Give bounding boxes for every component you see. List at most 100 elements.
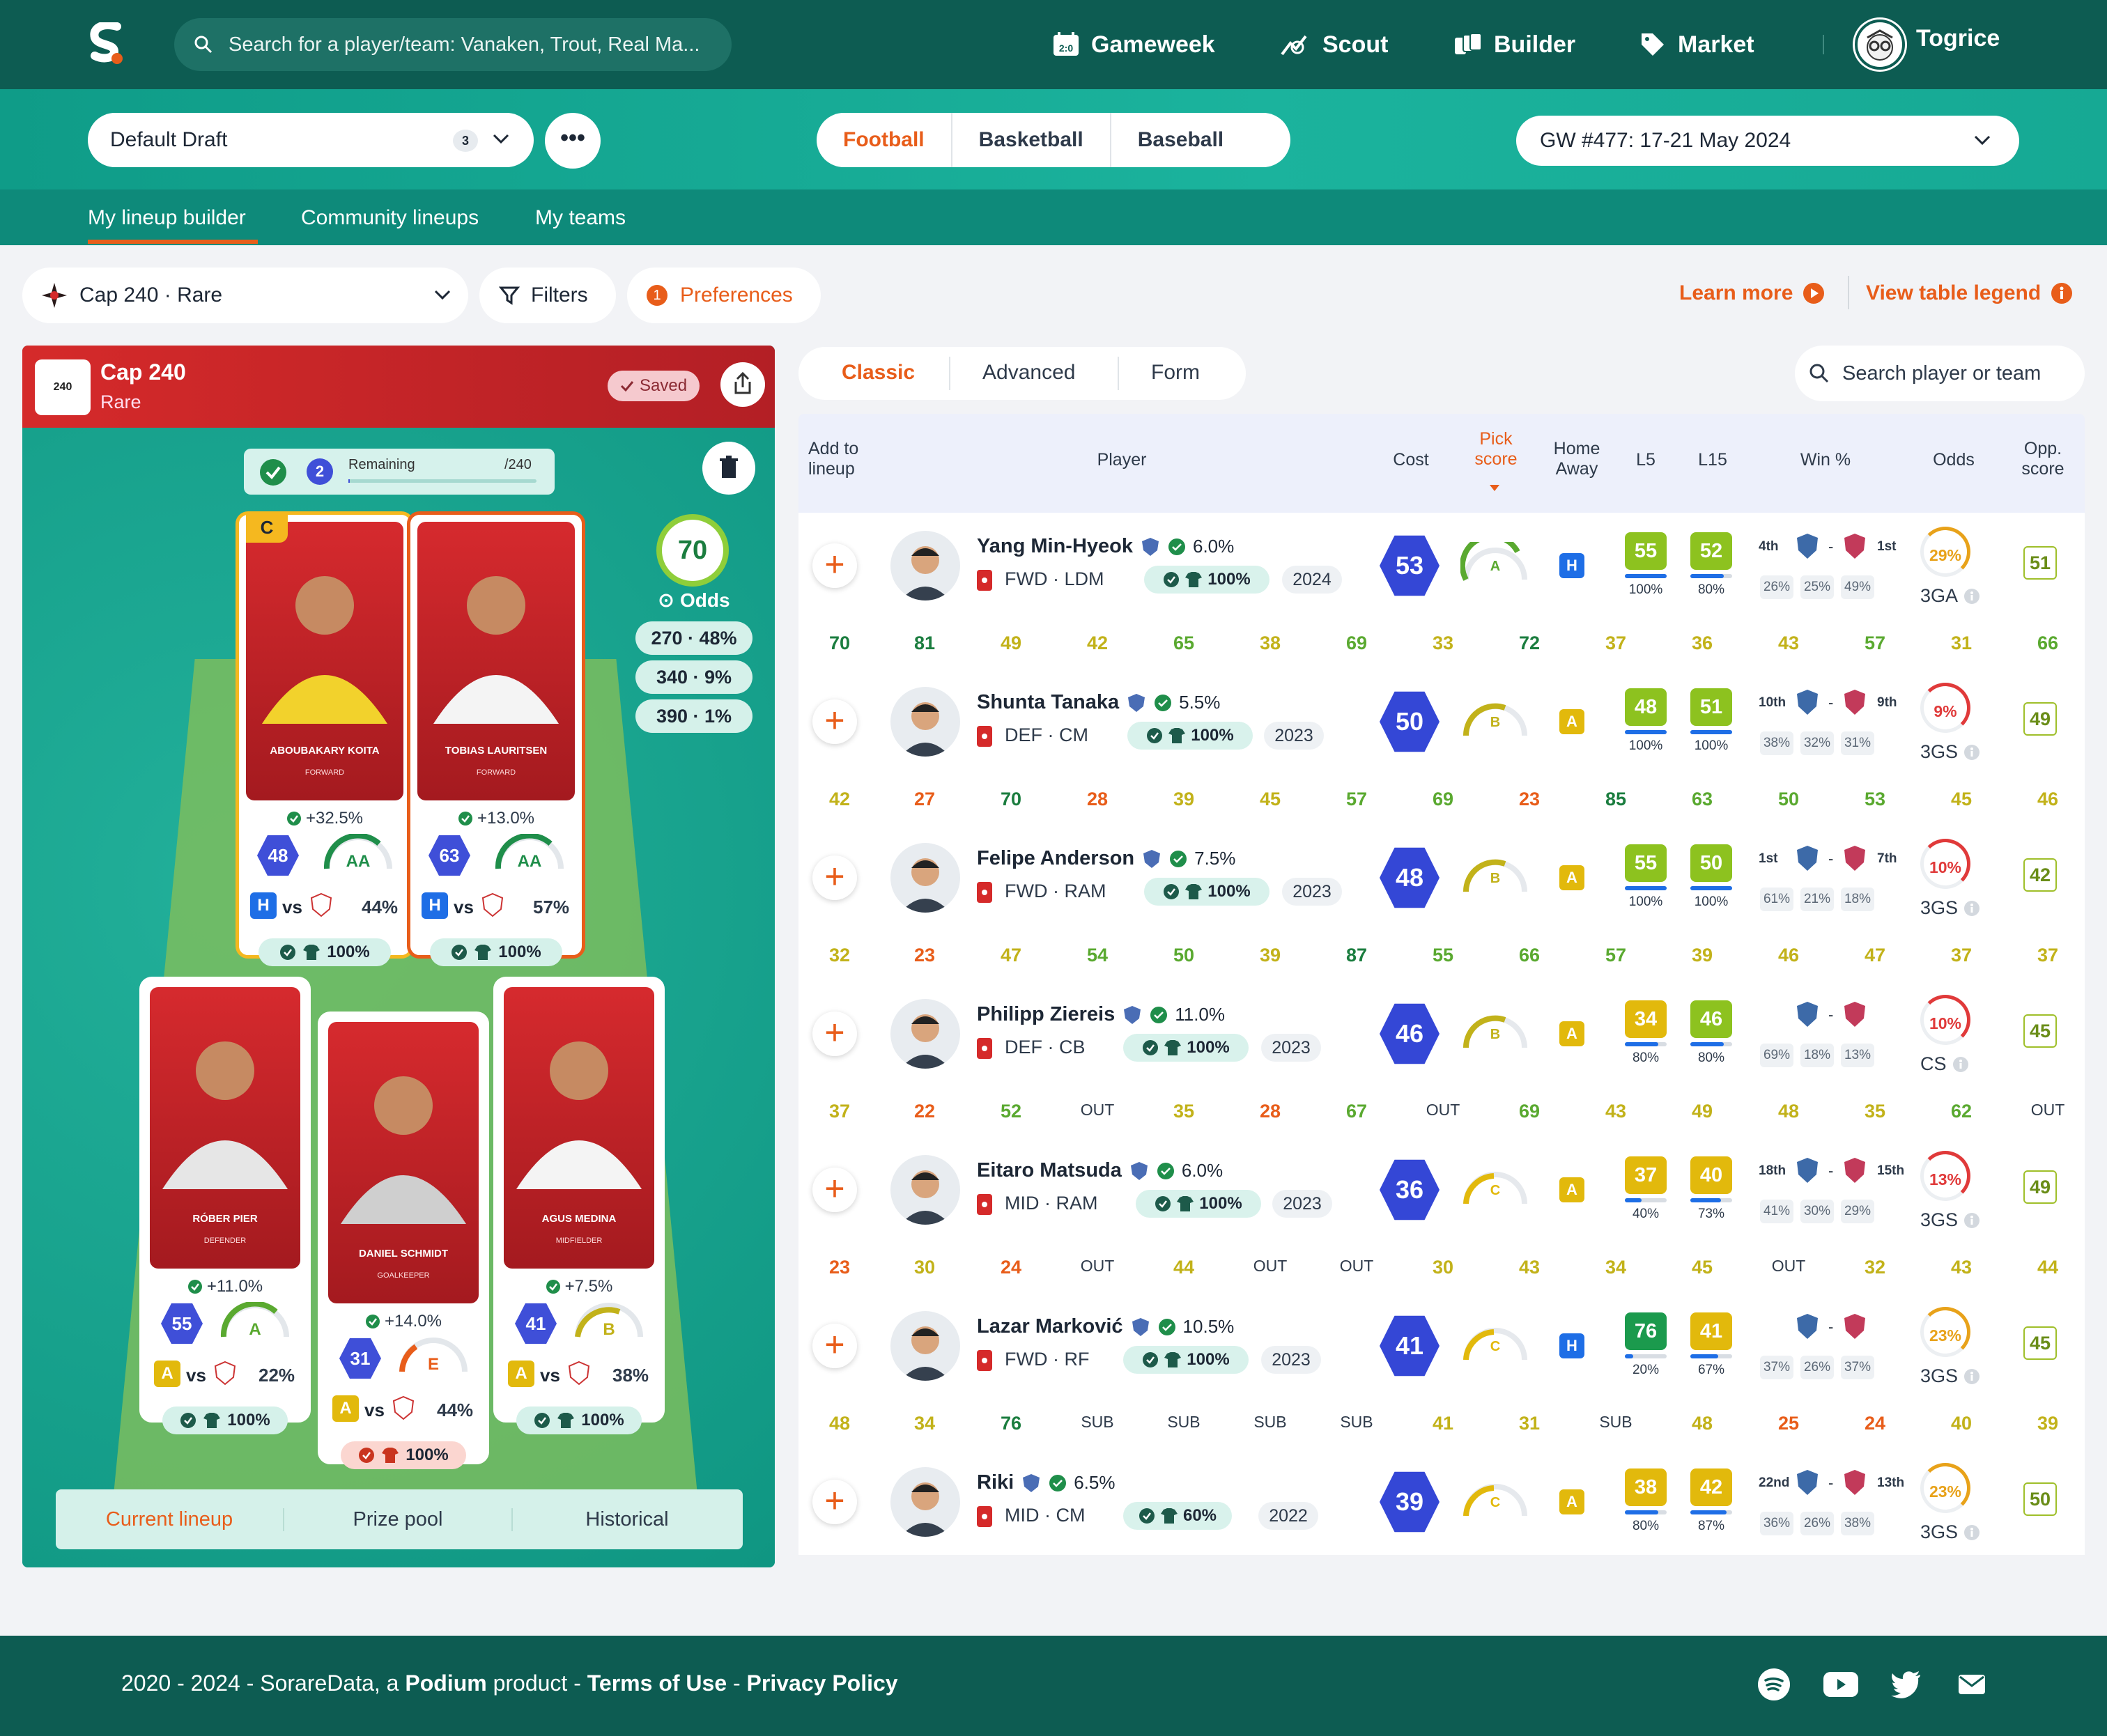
recent-score: 25 [1777, 1413, 1800, 1434]
draft-selector[interactable]: Default Draft 3 [88, 113, 534, 167]
table-row[interactable]: + Eitaro Matsuda 6.0% MID · RAM 100% 202… [798, 1137, 2085, 1243]
global-search-placeholder: Search for a player/team: Vanaken, Trout… [229, 33, 700, 56]
table-row[interactable]: + Felipe Anderson 7.5% FWD · RAM 100% 20… [798, 825, 2085, 931]
play-icon [1803, 283, 1825, 304]
player-name[interactable]: Lazar Marković 10.5% [977, 1315, 1234, 1338]
lineup-score: 70 [656, 514, 729, 587]
player-name-text: Felipe Anderson [977, 847, 1135, 869]
learn-more-link[interactable]: Learn more [1679, 281, 1825, 305]
info-icon[interactable] [1963, 900, 1980, 917]
table-search-input[interactable]: Search player or team [1795, 346, 2085, 401]
col-win-pct[interactable]: Win % [1784, 450, 1867, 470]
col-opp-score[interactable]: Opp. score [2018, 439, 2068, 479]
player-name[interactable]: Philipp Ziereis 11.0% [977, 1003, 1225, 1026]
nav-market[interactable]: Market [1639, 25, 1754, 64]
col-pick-score[interactable]: Pick score [1469, 429, 1523, 470]
player-card[interactable]: RÓBER PIER DEFENDER +11.0% 55 A A vs 22% … [139, 977, 311, 1434]
pick-score-grade: C [1490, 1495, 1501, 1510]
delete-lineup-button[interactable] [702, 442, 755, 495]
tab-current-lineup[interactable]: Current lineup [56, 1508, 284, 1531]
table-row[interactable]: + Philipp Ziereis 11.0% DEF · CB 100% 20… [798, 981, 2085, 1087]
info-icon[interactable] [1963, 1368, 1980, 1385]
nav-scout[interactable]: Scout [1281, 25, 1388, 64]
player-card[interactable]: TOBIAS LAURITSEN FORWARD +13.0% 63 AA H v… [407, 511, 585, 966]
l5-score: 34 [1625, 1000, 1667, 1038]
player-name[interactable]: Eitaro Matsuda 6.0% [977, 1159, 1223, 1182]
terms-link[interactable]: Terms of Use [587, 1671, 727, 1696]
col-home-away[interactable]: Home Away [1545, 439, 1608, 479]
share-button[interactable] [720, 362, 765, 407]
recent-score: 52 [1000, 1101, 1022, 1122]
add-to-lineup-button[interactable]: + [812, 699, 857, 744]
player-name[interactable]: Yang Min-Hyeok 6.0% [977, 535, 1234, 558]
opponent-score: 45 [2023, 1014, 2057, 1048]
nav-gameweek[interactable]: 2:0 Gameweek [1052, 25, 1215, 64]
podium-link[interactable]: Podium [405, 1671, 486, 1696]
table-row[interactable]: + Yang Min-Hyeok 6.0% FWD · LDM 100% 202… [798, 513, 2085, 619]
youtube-icon[interactable] [1823, 1671, 1859, 1698]
tab-advanced[interactable]: Advanced [982, 361, 1075, 385]
opponent-club-icon [568, 1361, 590, 1386]
player-card[interactable]: AGUS MEDINA MIDFIELDER +7.5% 41 B A vs 38… [493, 977, 665, 1434]
tab-historical[interactable]: Historical [513, 1508, 741, 1531]
filters-button[interactable]: Filters [479, 268, 616, 323]
l15-score: 51 [1690, 688, 1732, 726]
competition-selector[interactable]: Cap 240 · Rare [22, 268, 468, 323]
sorare-data-logo[interactable] [89, 22, 125, 65]
info-icon[interactable] [1952, 1056, 1969, 1073]
sport-tab-football[interactable]: Football [817, 113, 952, 167]
tab-my-teams[interactable]: My teams [535, 206, 626, 230]
tab-prize-pool[interactable]: Prize pool [284, 1508, 513, 1531]
col-cost[interactable]: Cost [1380, 450, 1442, 470]
info-icon[interactable] [1963, 744, 1980, 761]
add-to-lineup-button[interactable]: + [812, 1480, 857, 1524]
table-row[interactable]: + Riki 6.5% MID · CM 60% 2022 39 C A 38 … [798, 1449, 2085, 1555]
info-icon[interactable] [1963, 1212, 1980, 1229]
tab-my-lineup-builder[interactable]: My lineup builder [88, 206, 246, 230]
table-row[interactable]: + Shunta Tanaka 5.5% DEF · CM 100% 2023 … [798, 669, 2085, 775]
user-avatar[interactable] [1855, 20, 1905, 70]
col-l5[interactable]: L5 [1628, 450, 1664, 470]
tab-community-lineups[interactable]: Community lineups [301, 206, 479, 230]
player-card[interactable]: ABOUBAKARY KOITA FORWARD C +32.5% 48 AA H … [236, 511, 414, 966]
user-name[interactable]: Togrice [1916, 25, 2000, 64]
info-icon[interactable] [1963, 1524, 1980, 1541]
add-to-lineup-button[interactable]: + [812, 543, 857, 588]
preferences-button[interactable]: 1 Preferences [627, 268, 821, 323]
nav-builder[interactable]: Builder [1453, 25, 1575, 64]
saved-label: Saved [640, 376, 688, 395]
l5-bar [1625, 1042, 1667, 1046]
sport-tab-basketball[interactable]: Basketball [952, 113, 1111, 167]
sort-desc-icon[interactable] [1488, 483, 1501, 492]
info-icon[interactable] [1963, 588, 1980, 605]
add-to-lineup-button[interactable]: + [812, 855, 857, 900]
recent-score: 85 [1605, 789, 1627, 809]
col-odds[interactable]: Odds [1926, 450, 1982, 470]
col-player[interactable]: Player [1087, 450, 1157, 470]
add-to-lineup-button[interactable]: + [812, 1168, 857, 1212]
add-to-lineup-button[interactable]: + [812, 1012, 857, 1056]
player-name[interactable]: Riki 6.5% [977, 1471, 1115, 1494]
gameweek-selector[interactable]: GW #477: 17-21 May 2024 [1516, 116, 2019, 166]
tab-classic[interactable]: Classic [842, 361, 915, 385]
twitter-icon[interactable] [1891, 1671, 1922, 1698]
player-name[interactable]: Shunta Tanaka 5.5% [977, 691, 1220, 714]
spotify-icon[interactable] [1757, 1668, 1791, 1701]
recent-score: 37 [1950, 945, 1973, 966]
player-avatar [890, 531, 960, 600]
recent-score: 23 [913, 945, 936, 966]
add-to-lineup-button[interactable]: + [812, 1324, 857, 1368]
global-search-input[interactable]: Search for a player/team: Vanaken, Trout… [174, 18, 732, 71]
tab-form[interactable]: Form [1151, 361, 1200, 385]
table-legend-link[interactable]: View table legend [1866, 281, 2073, 305]
draft-more-button[interactable]: ••• [545, 113, 601, 169]
player-name[interactable]: Felipe Anderson 7.5% [977, 847, 1235, 870]
table-row[interactable]: + Lazar Marković 10.5% FWD · RF 100% 202… [798, 1293, 2085, 1399]
mail-icon[interactable] [1958, 1673, 1986, 1696]
captain-badge[interactable]: C [246, 512, 288, 543]
privacy-link[interactable]: Privacy Policy [747, 1671, 898, 1696]
col-l15[interactable]: L15 [1692, 450, 1734, 470]
sport-tab-baseball[interactable]: Baseball [1111, 113, 1250, 167]
recent-score: 43 [1518, 1257, 1541, 1278]
player-card[interactable]: DANIEL SCHMIDT GOALKEEPER +14.0% 31 E A v… [318, 1012, 489, 1469]
